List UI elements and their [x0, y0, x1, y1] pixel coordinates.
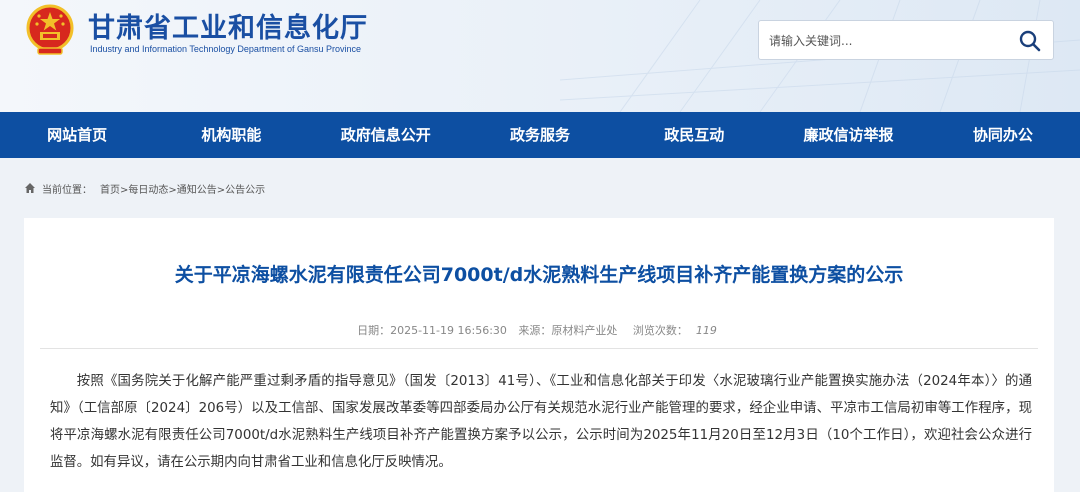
site-subtitle: Industry and Information Technology Depa… [90, 44, 361, 54]
breadcrumb-label: 当前位置： [42, 184, 92, 196]
main-nav: 网站首页 机构职能 政府信息公开 政务服务 政民互动 廉政信访举报 协同办公 [0, 112, 1080, 158]
article-body: 按照《国务院关于化解产能严重过剩矛盾的指导意见》（国发〔2013〕41号）、《工… [50, 374, 1032, 470]
nav-item-interaction[interactable]: 政民互动 [617, 112, 771, 158]
article-date: 日期：2025-11-19 16:56:30 [357, 324, 507, 337]
article-views: 浏览次数： 119 [629, 324, 721, 337]
views-count: 119 [695, 324, 717, 337]
site-title: 甘肃省工业和信息化厅 [88, 13, 368, 44]
article-title: 关于平凉海螺水泥有限责任公司7000t/d水泥熟料生产线项目补齐产能置换方案的公… [174, 264, 904, 286]
views-label: 浏览次数： [632, 324, 688, 337]
nav-item-integrity-report[interactable]: 廉政信访举报 [771, 112, 925, 158]
national-emblem-icon [26, 4, 74, 55]
article-source: 来源：原材料产业处 [518, 324, 618, 337]
article-meta: 日期：2025-11-19 16:56:30 来源：原材料产业处 浏览次数： 11… [24, 322, 1054, 338]
site-header: 甘肃省工业和信息化厅 Industry and Information Tech… [0, 0, 1080, 112]
breadcrumb-path[interactable]: 首页>每日动态>通知公告>公告公示 [100, 181, 265, 196]
search-box [758, 20, 1054, 60]
search-input[interactable] [769, 29, 1009, 53]
nav-item-gov-info[interactable]: 政府信息公开 [309, 112, 463, 158]
article-container: 关于平凉海螺水泥有限责任公司7000t/d水泥熟料生产线项目补齐产能置换方案的公… [24, 218, 1054, 492]
nav-item-functions[interactable]: 机构职能 [154, 112, 308, 158]
nav-item-office[interactable]: 协同办公 [926, 112, 1080, 158]
breadcrumb: 当前位置： 首页>每日动态>通知公告>公告公示 [24, 180, 265, 196]
home-icon [25, 183, 35, 193]
nav-item-home[interactable]: 网站首页 [0, 112, 154, 158]
search-icon[interactable] [1017, 28, 1043, 54]
meta-divider [40, 348, 1038, 349]
nav-item-services[interactable]: 政务服务 [463, 112, 617, 158]
